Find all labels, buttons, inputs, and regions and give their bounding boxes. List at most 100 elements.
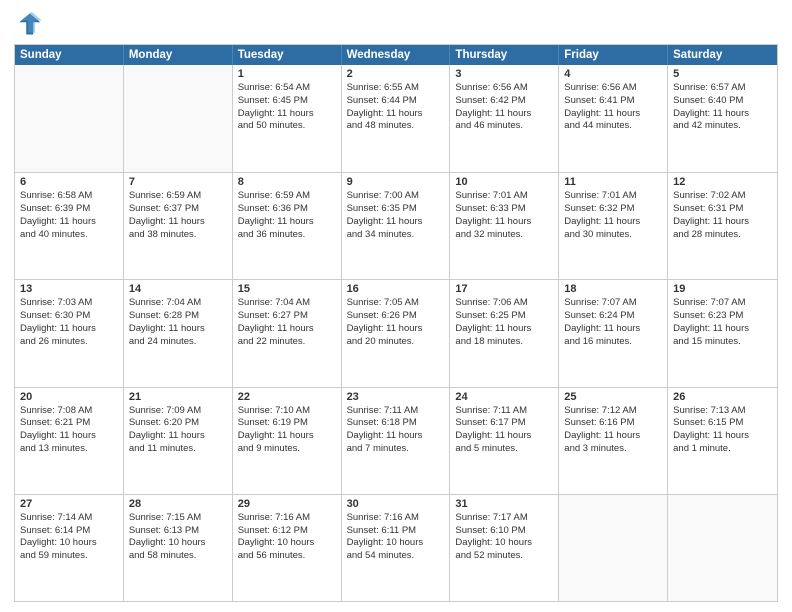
- cell-info-line: and 11 minutes.: [129, 443, 227, 456]
- cell-info-line: Sunrise: 7:08 AM: [20, 405, 118, 418]
- cell-info-line: Daylight: 11 hours: [347, 323, 445, 336]
- cell-info-line: Daylight: 11 hours: [238, 323, 336, 336]
- cell-info-line: and 36 minutes.: [238, 229, 336, 242]
- cell-info-line: and 30 minutes.: [564, 229, 662, 242]
- header-day-sunday: Sunday: [15, 45, 124, 65]
- day-cell-13: 13Sunrise: 7:03 AMSunset: 6:30 PMDayligh…: [15, 280, 124, 386]
- empty-cell: [124, 65, 233, 172]
- cell-info-line: Daylight: 11 hours: [238, 108, 336, 121]
- day-cell-29: 29Sunrise: 7:16 AMSunset: 6:12 PMDayligh…: [233, 495, 342, 601]
- day-number: 8: [238, 176, 336, 188]
- day-number: 25: [564, 391, 662, 403]
- cell-info-line: Sunset: 6:42 PM: [455, 95, 553, 108]
- cell-info-line: Sunrise: 7:17 AM: [455, 512, 553, 525]
- cell-info-line: and 38 minutes.: [129, 229, 227, 242]
- cell-info-line: Sunrise: 7:06 AM: [455, 297, 553, 310]
- day-number: 19: [673, 283, 772, 295]
- day-cell-12: 12Sunrise: 7:02 AMSunset: 6:31 PMDayligh…: [668, 173, 777, 279]
- cell-info-line: Sunrise: 6:57 AM: [673, 82, 772, 95]
- day-cell-30: 30Sunrise: 7:16 AMSunset: 6:11 PMDayligh…: [342, 495, 451, 601]
- day-number: 26: [673, 391, 772, 403]
- cell-info-line: and 54 minutes.: [347, 550, 445, 563]
- cell-info-line: Sunset: 6:40 PM: [673, 95, 772, 108]
- day-number: 14: [129, 283, 227, 295]
- cell-info-line: Sunset: 6:26 PM: [347, 310, 445, 323]
- cell-info-line: and 7 minutes.: [347, 443, 445, 456]
- day-number: 24: [455, 391, 553, 403]
- calendar-week-3: 13Sunrise: 7:03 AMSunset: 6:30 PMDayligh…: [15, 279, 777, 386]
- day-number: 9: [347, 176, 445, 188]
- day-cell-8: 8Sunrise: 6:59 AMSunset: 6:36 PMDaylight…: [233, 173, 342, 279]
- cell-info-line: Sunset: 6:32 PM: [564, 203, 662, 216]
- cell-info-line: and 26 minutes.: [20, 336, 118, 349]
- day-cell-15: 15Sunrise: 7:04 AMSunset: 6:27 PMDayligh…: [233, 280, 342, 386]
- cell-info-line: Sunset: 6:25 PM: [455, 310, 553, 323]
- cell-info-line: and 13 minutes.: [20, 443, 118, 456]
- cell-info-line: Sunrise: 6:54 AM: [238, 82, 336, 95]
- cell-info-line: Daylight: 11 hours: [564, 216, 662, 229]
- day-cell-7: 7Sunrise: 6:59 AMSunset: 6:37 PMDaylight…: [124, 173, 233, 279]
- cell-info-line: Sunset: 6:33 PM: [455, 203, 553, 216]
- cell-info-line: and 58 minutes.: [129, 550, 227, 563]
- day-cell-6: 6Sunrise: 6:58 AMSunset: 6:39 PMDaylight…: [15, 173, 124, 279]
- cell-info-line: Sunrise: 7:00 AM: [347, 190, 445, 203]
- cell-info-line: Daylight: 11 hours: [238, 430, 336, 443]
- cell-info-line: Daylight: 10 hours: [347, 537, 445, 550]
- cell-info-line: Daylight: 11 hours: [673, 216, 772, 229]
- cell-info-line: Daylight: 11 hours: [455, 108, 553, 121]
- day-cell-19: 19Sunrise: 7:07 AMSunset: 6:23 PMDayligh…: [668, 280, 777, 386]
- cell-info-line: and 3 minutes.: [564, 443, 662, 456]
- header-day-friday: Friday: [559, 45, 668, 65]
- cell-info-line: Sunset: 6:44 PM: [347, 95, 445, 108]
- day-number: 3: [455, 68, 553, 80]
- cell-info-line: Daylight: 11 hours: [238, 216, 336, 229]
- cell-info-line: Sunset: 6:16 PM: [564, 417, 662, 430]
- calendar: SundayMondayTuesdayWednesdayThursdayFrid…: [14, 44, 778, 602]
- day-number: 20: [20, 391, 118, 403]
- cell-info-line: Sunset: 6:20 PM: [129, 417, 227, 430]
- day-number: 1: [238, 68, 336, 80]
- cell-info-line: and 40 minutes.: [20, 229, 118, 242]
- empty-cell: [559, 495, 668, 601]
- day-number: 12: [673, 176, 772, 188]
- cell-info-line: and 59 minutes.: [20, 550, 118, 563]
- header: [14, 10, 778, 38]
- cell-info-line: Sunrise: 7:13 AM: [673, 405, 772, 418]
- cell-info-line: Sunrise: 7:12 AM: [564, 405, 662, 418]
- cell-info-line: Daylight: 11 hours: [455, 430, 553, 443]
- day-number: 22: [238, 391, 336, 403]
- cell-info-line: Sunset: 6:36 PM: [238, 203, 336, 216]
- cell-info-line: and 48 minutes.: [347, 120, 445, 133]
- page: SundayMondayTuesdayWednesdayThursdayFrid…: [0, 0, 792, 612]
- logo: [14, 10, 46, 38]
- calendar-week-4: 20Sunrise: 7:08 AMSunset: 6:21 PMDayligh…: [15, 387, 777, 494]
- header-day-monday: Monday: [124, 45, 233, 65]
- day-number: 18: [564, 283, 662, 295]
- cell-info-line: Sunrise: 7:07 AM: [564, 297, 662, 310]
- cell-info-line: Sunset: 6:30 PM: [20, 310, 118, 323]
- day-number: 16: [347, 283, 445, 295]
- cell-info-line: Daylight: 11 hours: [347, 430, 445, 443]
- cell-info-line: and 16 minutes.: [564, 336, 662, 349]
- empty-cell: [15, 65, 124, 172]
- day-cell-9: 9Sunrise: 7:00 AMSunset: 6:35 PMDaylight…: [342, 173, 451, 279]
- cell-info-line: Sunset: 6:15 PM: [673, 417, 772, 430]
- day-cell-4: 4Sunrise: 6:56 AMSunset: 6:41 PMDaylight…: [559, 65, 668, 172]
- calendar-week-2: 6Sunrise: 6:58 AMSunset: 6:39 PMDaylight…: [15, 172, 777, 279]
- day-cell-2: 2Sunrise: 6:55 AMSunset: 6:44 PMDaylight…: [342, 65, 451, 172]
- cell-info-line: Sunset: 6:45 PM: [238, 95, 336, 108]
- cell-info-line: Sunrise: 6:59 AM: [129, 190, 227, 203]
- cell-info-line: Sunset: 6:23 PM: [673, 310, 772, 323]
- day-number: 29: [238, 498, 336, 510]
- header-day-tuesday: Tuesday: [233, 45, 342, 65]
- day-cell-20: 20Sunrise: 7:08 AMSunset: 6:21 PMDayligh…: [15, 388, 124, 494]
- cell-info-line: Sunset: 6:18 PM: [347, 417, 445, 430]
- cell-info-line: Daylight: 11 hours: [347, 216, 445, 229]
- cell-info-line: Sunset: 6:10 PM: [455, 525, 553, 538]
- cell-info-line: Daylight: 10 hours: [238, 537, 336, 550]
- day-cell-31: 31Sunrise: 7:17 AMSunset: 6:10 PMDayligh…: [450, 495, 559, 601]
- cell-info-line: Sunset: 6:41 PM: [564, 95, 662, 108]
- cell-info-line: Sunset: 6:17 PM: [455, 417, 553, 430]
- day-number: 17: [455, 283, 553, 295]
- cell-info-line: Sunrise: 7:16 AM: [238, 512, 336, 525]
